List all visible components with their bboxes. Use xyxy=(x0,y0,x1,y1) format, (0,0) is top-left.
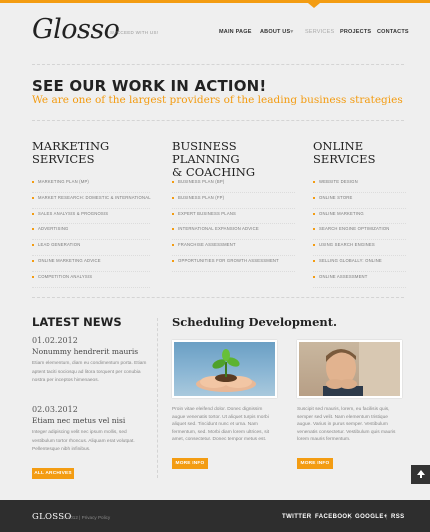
service-link[interactable]: FRANCHISE ASSESSMENT xyxy=(172,240,295,256)
services-column-business: BUSINESS PLANNING & COACHING BUSINESS PL… xyxy=(172,140,295,272)
services-list: BUSINESS PLAN (BP) BUSINESS PLAN (FP) EX… xyxy=(172,177,295,272)
divider xyxy=(32,297,404,298)
latest-news-heading: LATEST NEWS xyxy=(32,315,122,329)
service-link[interactable]: LEAD GENERATION xyxy=(32,240,150,256)
services-list: MARKETING PLAN (MP) MARKET RESEARCH: DOM… xyxy=(32,177,151,288)
service-link[interactable]: BUSINESS PLAN (FP) xyxy=(172,193,295,209)
footer-link-facebook[interactable]: FACEBOOK xyxy=(315,514,352,520)
all-archives-button[interactable]: ALL ARCHIVES xyxy=(32,468,74,479)
services-heading: ONLINE SERVICES xyxy=(313,140,406,166)
column-divider xyxy=(157,318,158,478)
service-link[interactable]: BUSINESS PLAN (BP) xyxy=(172,177,295,193)
scheduling-text: Suscipit sed mauris, lorem, eu facilisis… xyxy=(297,407,396,442)
news-excerpt: Etiam elementum, diam eu condimentum por… xyxy=(32,361,147,383)
back-to-top-button[interactable] xyxy=(411,465,430,484)
service-link[interactable]: MARKETING PLAN (MP) xyxy=(32,177,150,193)
divider xyxy=(32,120,404,121)
news-headline-link[interactable]: Etiam nec metus vel nisi xyxy=(32,416,147,425)
services-list: WEBSITE DESIGN ONLINE STORE ONLINE MARKE… xyxy=(313,177,406,288)
service-link[interactable]: ONLINE ASSESSMENT xyxy=(313,272,406,288)
businessman-illustration xyxy=(323,342,400,396)
plant-in-hands-image[interactable] xyxy=(172,340,277,398)
news-date: 02.03.2012 xyxy=(32,405,78,414)
services-column-marketing: MARKETING SERVICES MARKETING PLAN (MP) M… xyxy=(32,140,151,288)
more-info-button[interactable]: MORE INFO xyxy=(172,458,208,469)
service-link[interactable]: SEARCH ENGINE OPTIMIZATION xyxy=(313,224,406,241)
hero-title: SEE OUR WORK IN ACTION! xyxy=(32,77,267,95)
businessman-image[interactable] xyxy=(297,340,402,398)
service-link[interactable]: INTERNATIONAL EXPANSION ADVICE xyxy=(172,224,295,241)
plant-in-hands-illustration xyxy=(196,349,256,392)
services-heading: BUSINESS PLANNING & COACHING xyxy=(172,140,295,179)
news-excerpt: Integer adipiscing velit nec ipsum molli… xyxy=(32,430,135,452)
footer-separator: | xyxy=(386,514,388,520)
footer-link-rss[interactable]: RSS xyxy=(391,514,405,520)
footer-link-twitter[interactable]: TWITTER xyxy=(282,514,311,520)
services-column-online: ONLINE SERVICES WEBSITE DESIGN ONLINE ST… xyxy=(313,140,406,288)
main-nav: MAIN PAGE ABOUT US▾ SERVICES PROJECTS CO… xyxy=(0,29,430,39)
service-link[interactable]: SELLING GLOBALLY: ONLINE xyxy=(313,256,406,272)
service-link[interactable]: ADVERTISING xyxy=(32,224,150,241)
service-link[interactable]: OPPORTUNITIES FOR GROWTH ASSESSMENT xyxy=(172,256,295,272)
news-item: 02.03.2012 Etiam nec metus vel nisi Inte… xyxy=(32,405,147,455)
service-link[interactable]: COMPETITION ANALYSIS xyxy=(32,272,150,288)
nav-main-page[interactable]: MAIN PAGE xyxy=(219,29,252,35)
service-link[interactable]: MARKET RESEARCH: DOMESTIC & INTERNATIONA… xyxy=(32,193,151,209)
services-heading-line: BUSINESS PLANNING xyxy=(172,139,240,166)
nav-contacts[interactable]: CONTACTS xyxy=(377,29,409,35)
footer-separator: | xyxy=(310,514,312,520)
scheduling-heading: Scheduling Development. xyxy=(172,315,338,329)
news-headline-link[interactable]: Nonummy hendrerit mauris xyxy=(32,347,147,356)
service-link[interactable]: ONLINE MARKETING xyxy=(313,209,406,225)
footer: GLOSSO © 2012 | Privacy Policy TWITTER |… xyxy=(0,500,430,532)
top-accent-bar xyxy=(0,0,430,3)
service-link[interactable]: ONLINE MARKETING ADVICE xyxy=(32,256,150,272)
footer-separator: | xyxy=(350,514,352,520)
service-link[interactable]: WEBSITE DESIGN xyxy=(313,177,406,193)
chevron-down-icon: ▾ xyxy=(290,29,294,35)
services-heading: MARKETING SERVICES xyxy=(32,140,150,166)
nav-projects[interactable]: PROJECTS xyxy=(340,29,371,35)
services-heading-line: SERVICES xyxy=(32,152,95,166)
service-link[interactable]: USING SEARCH ENGINES xyxy=(313,240,406,256)
services-heading-line: SERVICES xyxy=(313,152,376,166)
more-info-button[interactable]: MORE INFO xyxy=(297,458,333,469)
active-nav-indicator xyxy=(308,3,320,8)
nav-about-us[interactable]: ABOUT US▾ xyxy=(260,29,293,35)
scheduling-text: Proin vitae eleifend dolor. Donec dignis… xyxy=(172,407,270,442)
nav-services[interactable]: SERVICES xyxy=(305,29,334,35)
service-link[interactable]: EXPERT BUSINESS PLANS xyxy=(172,209,295,225)
footer-link-google-plus[interactable]: GOOGLE+ xyxy=(355,514,388,520)
service-link[interactable]: ONLINE STORE xyxy=(313,193,406,209)
news-date: 01.02.2012 xyxy=(32,336,78,345)
service-link[interactable]: SALES ANALYSIS & PROGNOSIS xyxy=(32,209,150,225)
divider xyxy=(32,64,404,65)
nav-about-us-label: ABOUT US xyxy=(260,29,291,35)
arrow-up-icon-stem xyxy=(420,474,422,478)
footer-copyright: © 2012 | Privacy Policy xyxy=(63,515,111,520)
hero-subtitle: We are one of the largest providers of t… xyxy=(32,94,403,106)
news-item: 01.02.2012 Nonummy hendrerit mauris Etia… xyxy=(32,336,147,386)
